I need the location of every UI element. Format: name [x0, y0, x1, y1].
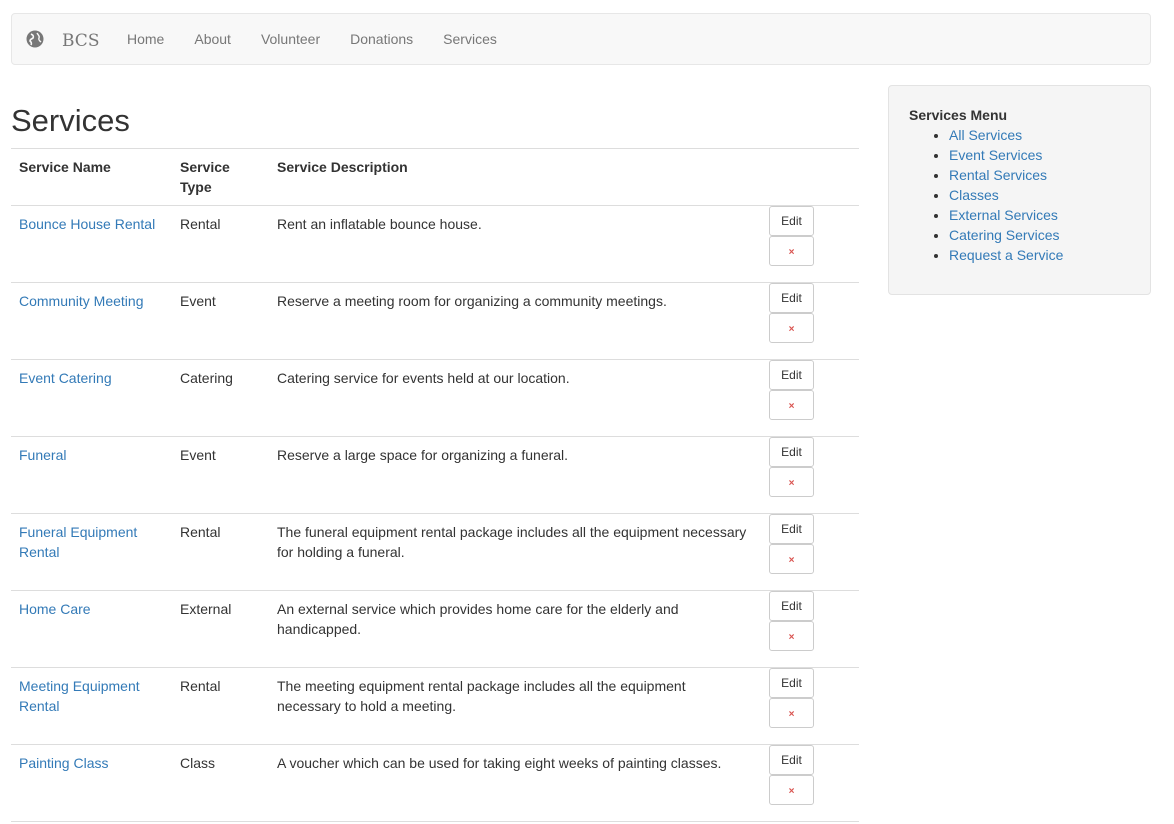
edit-button[interactable]: Edit: [769, 591, 814, 622]
edit-button[interactable]: Edit: [769, 360, 814, 391]
service-description: An external service which provides home …: [269, 590, 761, 669]
menu-link-classes[interactable]: Classes: [949, 187, 999, 203]
service-type: Event: [172, 436, 269, 515]
menu-link-external-services[interactable]: External Services: [949, 207, 1058, 223]
menu-link-all-services[interactable]: All Services: [949, 127, 1022, 143]
main-nav: Home About Volunteer Donations Services: [112, 14, 512, 64]
table-row: Bounce House Rental Rental Rent an infla…: [11, 205, 859, 284]
delete-button[interactable]: ×: [769, 698, 814, 729]
service-description: The funeral equipment rental package inc…: [269, 513, 761, 592]
service-name-link[interactable]: Painting Class: [19, 755, 109, 771]
service-type: Rental: [172, 513, 269, 592]
brand-link[interactable]: BCS: [26, 14, 99, 64]
delete-icon: ×: [788, 401, 795, 413]
delete-icon: ×: [788, 478, 795, 490]
service-type: External: [172, 590, 269, 669]
delete-button[interactable]: ×: [769, 621, 814, 652]
service-type: Rental: [172, 205, 269, 284]
menu-item-external-services: External Services: [949, 205, 1130, 225]
header-service-type: Service Type: [172, 148, 269, 207]
menu-item-all-services: All Services: [949, 125, 1130, 145]
nav-volunteer[interactable]: Volunteer: [246, 14, 335, 64]
menu-item-request-service: Request a Service: [949, 245, 1130, 265]
service-description: Reserve a large space for organizing a f…: [269, 436, 761, 515]
delete-button[interactable]: ×: [769, 236, 814, 267]
menu-link-event-services[interactable]: Event Services: [949, 147, 1042, 163]
delete-button[interactable]: ×: [769, 467, 814, 498]
menu-item-catering-services: Catering Services: [949, 225, 1130, 245]
edit-button[interactable]: Edit: [769, 437, 814, 468]
service-description: Rent an inflatable bounce house.: [269, 205, 761, 284]
table-row: Home Care External An external service w…: [11, 590, 859, 669]
services-menu-title: Services Menu: [909, 107, 1008, 123]
service-description: Reserve a meeting room for organizing a …: [269, 282, 761, 361]
header-actions: [761, 148, 859, 207]
table-row: Event Catering Catering Catering service…: [11, 359, 859, 438]
brand-text: BCS: [62, 31, 100, 51]
delete-button[interactable]: ×: [769, 313, 814, 344]
page-title: Services: [11, 103, 130, 138]
delete-icon: ×: [788, 786, 795, 798]
services-menu-panel: Services Menu All Services Event Service…: [888, 85, 1151, 295]
menu-link-rental-services[interactable]: Rental Services: [949, 167, 1047, 183]
service-name-link[interactable]: Funeral Equipment Rental: [19, 524, 137, 560]
navbar: BCS Home About Volunteer Donations Servi…: [11, 13, 1151, 65]
service-type: Catering: [172, 359, 269, 438]
nav-services[interactable]: Services: [428, 14, 512, 64]
menu-item-rental-services: Rental Services: [949, 165, 1130, 185]
nav-home[interactable]: Home: [112, 14, 179, 64]
globe-icon: [26, 30, 44, 48]
edit-button[interactable]: Edit: [769, 283, 814, 314]
edit-button[interactable]: Edit: [769, 206, 814, 237]
service-name-link[interactable]: Funeral: [19, 447, 66, 463]
edit-button[interactable]: Edit: [769, 668, 814, 699]
delete-icon: ×: [788, 247, 795, 259]
table-row: Meeting Equipment Rental Rental The meet…: [11, 667, 859, 746]
service-description: A voucher which can be used for taking e…: [269, 744, 761, 823]
service-description: Catering service for events held at our …: [269, 359, 761, 438]
header-service-name: Service Name: [11, 148, 172, 207]
service-description: The meeting equipment rental package inc…: [269, 667, 761, 746]
service-name-link[interactable]: Community Meeting: [19, 293, 144, 309]
menu-item-event-services: Event Services: [949, 145, 1130, 165]
delete-icon: ×: [788, 709, 795, 721]
header-service-type-label: Service Type: [180, 159, 230, 196]
service-name-link[interactable]: Event Catering: [19, 370, 112, 386]
edit-button[interactable]: Edit: [769, 745, 814, 776]
menu-link-request-service[interactable]: Request a Service: [949, 247, 1063, 263]
delete-icon: ×: [788, 555, 795, 567]
nav-about[interactable]: About: [179, 14, 246, 64]
table-row: Painting Class Class A voucher which can…: [11, 744, 859, 823]
main-content: Services Service Name Service Type Servi…: [11, 86, 859, 823]
service-name-link[interactable]: Home Care: [19, 601, 91, 617]
delete-button[interactable]: ×: [769, 544, 814, 575]
header-service-description: Service Description: [269, 148, 761, 207]
menu-item-classes: Classes: [949, 185, 1130, 205]
services-table: Service Name Service Type Service Descri…: [11, 148, 859, 823]
nav-donations[interactable]: Donations: [335, 14, 428, 64]
services-menu-list: All Services Event Services Rental Servi…: [909, 125, 1130, 265]
service-type: Event: [172, 282, 269, 361]
menu-link-catering-services[interactable]: Catering Services: [949, 227, 1060, 243]
delete-button[interactable]: ×: [769, 775, 814, 806]
table-row: Funeral Equipment Rental Rental The fune…: [11, 513, 859, 592]
table-row: Funeral Event Reserve a large space for …: [11, 436, 859, 515]
service-type: Class: [172, 744, 269, 823]
service-name-link[interactable]: Meeting Equipment Rental: [19, 678, 140, 714]
service-name-link[interactable]: Bounce House Rental: [19, 216, 155, 232]
delete-button[interactable]: ×: [769, 390, 814, 421]
delete-icon: ×: [788, 324, 795, 336]
edit-button[interactable]: Edit: [769, 514, 814, 545]
service-type: Rental: [172, 667, 269, 746]
table-header-row: Service Name Service Type Service Descri…: [11, 148, 859, 207]
table-row: Community Meeting Event Reserve a meetin…: [11, 282, 859, 361]
delete-icon: ×: [788, 632, 795, 644]
